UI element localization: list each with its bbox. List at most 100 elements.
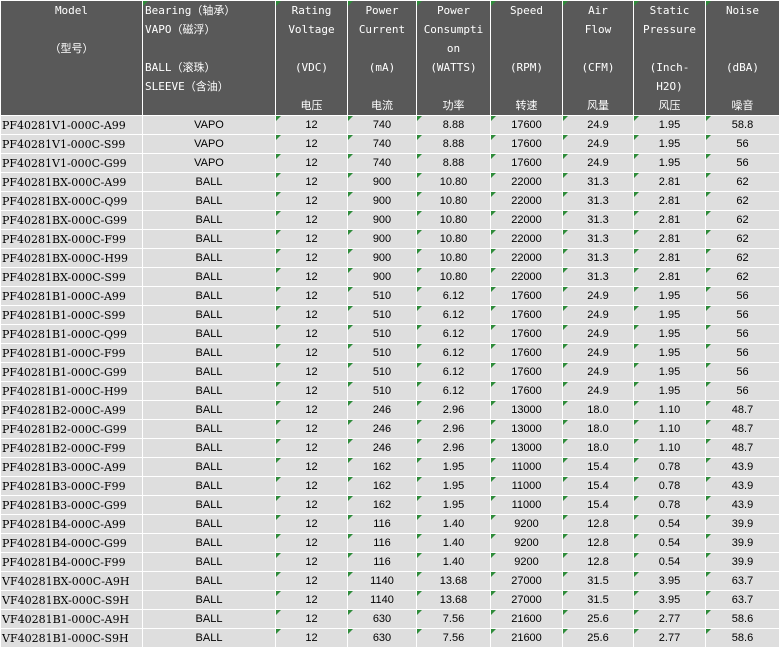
header-line: 电流	[348, 96, 416, 115]
cell-speed: 22000	[491, 268, 563, 287]
cell-rating-voltage: 12	[276, 572, 348, 591]
header-power-consumption: PowerConsumption(WATTS) 功率	[417, 1, 491, 116]
table-row: PF40281V1-000C-G99VAPO127408.881760024.9…	[1, 154, 779, 173]
table-row: VF40281BX-000C-A9HBALL12114013.682700031…	[1, 572, 779, 591]
cell-power-consumption: 6.12	[417, 306, 491, 325]
cell-rating-voltage: 12	[276, 420, 348, 439]
table-row: PF40281B2-000C-G99BALL122462.961300018.0…	[1, 420, 779, 439]
table-row: PF40281BX-000C-S99BALL1290010.802200031.…	[1, 268, 779, 287]
header-line: VAPO（磁浮）	[145, 20, 275, 39]
cell-speed: 21600	[491, 610, 563, 629]
header-line: 电压	[276, 96, 347, 115]
cell-power-current: 630	[348, 610, 417, 629]
table-row: PF40281B1-000C-A99BALL125106.121760024.9…	[1, 287, 779, 306]
cell-air-flow: 15.4	[563, 477, 634, 496]
cell-rating-voltage: 12	[276, 287, 348, 306]
table-row: VF40281BX-000C-S9HBALL12114013.682700031…	[1, 591, 779, 610]
header-line: SLEEVE（含油）	[145, 77, 275, 96]
header-line: (dBA)	[706, 58, 779, 77]
table-row: PF40281B1-000C-H99BALL125106.121760024.9…	[1, 382, 779, 401]
header-noise: Noise (dBA) 噪音	[706, 1, 779, 116]
cell-noise: 56	[706, 154, 779, 173]
header-line	[491, 39, 562, 58]
cell-speed: 17600	[491, 287, 563, 306]
header-line: (mA)	[348, 58, 416, 77]
cell-static-pressure: 0.78	[634, 496, 706, 515]
header-line: Speed	[491, 1, 562, 20]
cell-bearing: BALL	[143, 553, 276, 572]
cell-air-flow: 24.9	[563, 135, 634, 154]
table-row: PF40281BX-000C-G99BALL1290010.802200031.…	[1, 211, 779, 230]
cell-rating-voltage: 12	[276, 477, 348, 496]
cell-noise: 62	[706, 192, 779, 211]
cell-model: PF40281B1-000C-A99	[1, 287, 143, 306]
cell-model: VF40281BX-000C-S9H	[1, 591, 143, 610]
cell-rating-voltage: 12	[276, 154, 348, 173]
table-row: PF40281B2-000C-A99BALL122462.961300018.0…	[1, 401, 779, 420]
cell-static-pressure: 1.95	[634, 306, 706, 325]
cell-model: PF40281BX-000C-S99	[1, 268, 143, 287]
cell-power-consumption: 7.56	[417, 629, 491, 648]
cell-power-consumption: 6.12	[417, 363, 491, 382]
table-row: PF40281B4-000C-A99BALL121161.40920012.80…	[1, 515, 779, 534]
cell-static-pressure: 2.81	[634, 192, 706, 211]
cell-rating-voltage: 12	[276, 382, 348, 401]
cell-model: VF40281BX-000C-A9H	[1, 572, 143, 591]
cell-rating-voltage: 12	[276, 610, 348, 629]
cell-air-flow: 18.0	[563, 401, 634, 420]
header-line: Pressure	[634, 20, 705, 39]
fan-spec-table: Model （型号） Bearing（轴承）VAPO（磁浮） BALL（滚珠）S…	[0, 0, 779, 648]
cell-air-flow: 31.5	[563, 591, 634, 610]
cell-rating-voltage: 12	[276, 135, 348, 154]
cell-model: PF40281B2-000C-A99	[1, 401, 143, 420]
cell-speed: 17600	[491, 116, 563, 135]
cell-speed: 17600	[491, 344, 563, 363]
cell-static-pressure: 1.10	[634, 420, 706, 439]
cell-power-consumption: 6.12	[417, 344, 491, 363]
cell-model: PF40281B1-000C-G99	[1, 363, 143, 382]
header-static-pressure: StaticPressure (Inch-H2O)风压	[634, 1, 706, 116]
cell-static-pressure: 0.78	[634, 477, 706, 496]
cell-rating-voltage: 12	[276, 268, 348, 287]
cell-static-pressure: 1.95	[634, 325, 706, 344]
cell-speed: 22000	[491, 249, 563, 268]
cell-rating-voltage: 12	[276, 173, 348, 192]
header-line	[563, 77, 633, 96]
cell-model: PF40281B1-000C-S99	[1, 306, 143, 325]
cell-model: PF40281V1-000C-S99	[1, 135, 143, 154]
cell-static-pressure: 3.95	[634, 591, 706, 610]
cell-air-flow: 25.6	[563, 629, 634, 648]
cell-static-pressure: 2.81	[634, 211, 706, 230]
cell-speed: 21600	[491, 629, 563, 648]
cell-noise: 56	[706, 344, 779, 363]
cell-power-current: 510	[348, 363, 417, 382]
cell-bearing: VAPO	[143, 135, 276, 154]
header-line	[1, 77, 142, 96]
header-line: (WATTS)	[417, 58, 490, 77]
cell-speed: 17600	[491, 154, 563, 173]
header-line	[276, 77, 347, 96]
cell-bearing: BALL	[143, 610, 276, 629]
cell-power-consumption: 10.80	[417, 268, 491, 287]
cell-noise: 39.9	[706, 534, 779, 553]
cell-noise: 39.9	[706, 553, 779, 572]
cell-power-current: 116	[348, 553, 417, 572]
cell-air-flow: 31.5	[563, 572, 634, 591]
cell-noise: 48.7	[706, 420, 779, 439]
cell-air-flow: 24.9	[563, 287, 634, 306]
header-line	[706, 20, 779, 39]
header-line: 功率	[417, 96, 490, 115]
table-row: PF40281V1-000C-A99VAPO127408.881760024.9…	[1, 116, 779, 135]
cell-static-pressure: 1.95	[634, 363, 706, 382]
cell-speed: 13000	[491, 420, 563, 439]
table-row: PF40281B1-000C-Q99BALL125106.121760024.9…	[1, 325, 779, 344]
cell-power-current: 900	[348, 230, 417, 249]
cell-bearing: VAPO	[143, 116, 276, 135]
table-row: VF40281B1-000C-A9HBALL126307.562160025.6…	[1, 610, 779, 629]
header-rating-voltage: RatingVoltage (VDC) 电压	[276, 1, 348, 116]
cell-noise: 56	[706, 382, 779, 401]
header-line	[706, 39, 779, 58]
cell-power-current: 510	[348, 382, 417, 401]
cell-bearing: BALL	[143, 173, 276, 192]
cell-speed: 13000	[491, 401, 563, 420]
